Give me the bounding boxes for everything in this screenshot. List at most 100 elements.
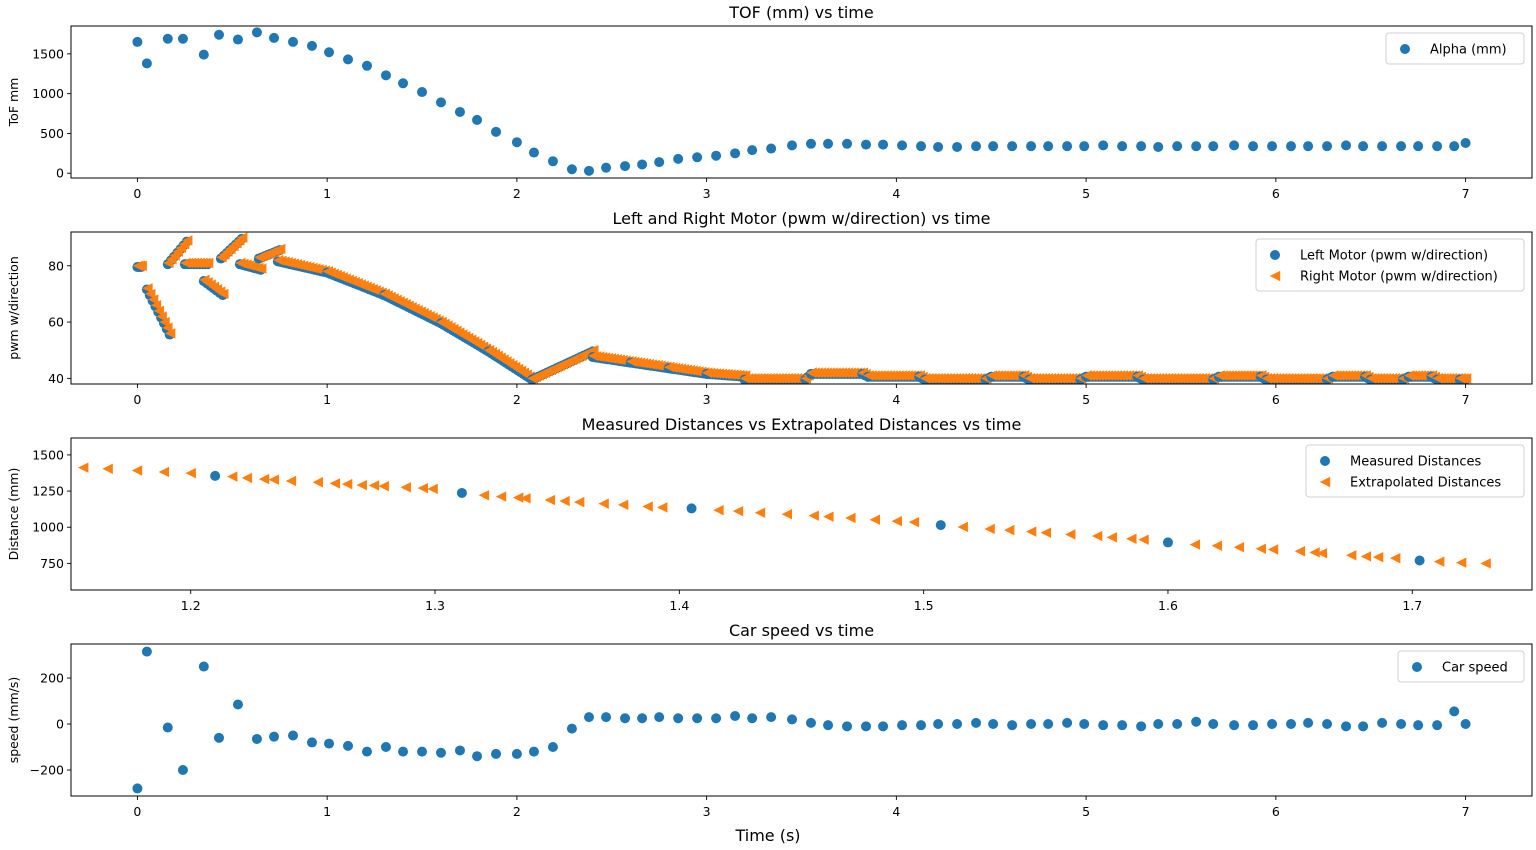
car-speed-point <box>361 746 372 757</box>
car-speed-point <box>1043 719 1054 730</box>
chart-title: Measured Distances vs Extrapolated Dista… <box>582 415 1022 434</box>
measured-distances-point <box>686 503 697 514</box>
y-tick-label: 60 <box>48 315 64 330</box>
alpha-mm-point <box>269 32 280 43</box>
car-speed-point <box>1377 717 1388 728</box>
car-speed-point <box>1007 720 1018 731</box>
extrapolated-distances-point <box>495 491 507 502</box>
alpha-mm-point <box>198 49 209 60</box>
car-speed-point <box>747 713 758 724</box>
x-tick-label: 2 <box>513 186 521 201</box>
y-tick-label: 1000 <box>32 520 64 535</box>
y-tick-label: 0 <box>56 166 64 181</box>
car-speed-point <box>132 783 143 794</box>
extrapolated-distances-point <box>1065 529 1076 540</box>
alpha-mm-point <box>417 87 428 98</box>
alpha-mm-point <box>1460 137 1471 148</box>
x-tick-label: 4 <box>892 804 900 819</box>
extrapolated-distances-point <box>131 465 143 476</box>
x-tick-label: 1.3 <box>425 598 445 613</box>
x-tick-label: 3 <box>703 186 711 201</box>
car-speed-point <box>952 719 963 730</box>
car-speed-point <box>637 713 648 724</box>
extrapolated-distances-point <box>1372 551 1384 563</box>
car-speed-point <box>324 738 335 749</box>
alpha-mm-point <box>692 152 703 163</box>
alpha-mm-point <box>583 165 594 176</box>
legend-label: Right Motor (pwm w/direction) <box>1300 270 1498 285</box>
car-speed-point <box>1153 719 1164 730</box>
alpha-mm-point <box>842 138 853 149</box>
legend-label: Measured Distances <box>1350 455 1481 470</box>
car-speed-point <box>1208 719 1219 730</box>
extrapolated-distances-point <box>285 475 297 487</box>
x-tick-label: 7 <box>1462 392 1470 407</box>
alpha-mm-point <box>823 138 834 149</box>
car-speed-point <box>566 723 577 734</box>
extrapolated-distances-point <box>1091 530 1103 542</box>
alpha-mm-point <box>971 141 982 152</box>
alpha-mm-point <box>1191 141 1202 152</box>
car-speed-point <box>472 751 483 762</box>
alpha-mm-point <box>1062 141 1073 152</box>
car-speed-point <box>1098 720 1109 731</box>
extrapolated-distances-point <box>356 479 367 491</box>
extrapolated-distances-point <box>258 473 270 485</box>
extrapolated-distances-point <box>732 505 744 517</box>
extrapolated-distances-point <box>1126 533 1137 545</box>
extrapolated-distances-point <box>427 483 438 495</box>
alpha-mm-point <box>637 159 648 170</box>
extrapolated-distances-point <box>378 480 389 492</box>
y-tick-label: 80 <box>48 258 64 273</box>
figure: TOF (mm) vs timeToF mm0 1 2 3 4 5 6 70500100015… <box>6 3 1533 845</box>
car-speed-point <box>547 742 558 753</box>
x-tick-label: 2 <box>513 392 521 407</box>
car-speed-point <box>1026 719 1037 730</box>
extrapolated-distances-point <box>1189 539 1201 550</box>
y-tick-label: 200 <box>40 671 64 686</box>
x-tick-label: 2 <box>513 804 521 819</box>
car-speed-point <box>491 748 502 759</box>
car-speed-point <box>1248 720 1259 731</box>
y-tick-label: 1500 <box>32 447 64 462</box>
alpha-mm-point <box>1026 141 1037 152</box>
alpha-mm-point <box>897 140 908 151</box>
alpha-mm-point <box>711 150 722 161</box>
x-tick-label: 4 <box>892 186 900 201</box>
x-tick-label: 7 <box>1462 804 1470 819</box>
extrapolated-distances-point <box>598 498 609 509</box>
extrapolated-distances-point <box>1389 552 1401 564</box>
alpha-mm-point <box>398 78 409 89</box>
x-tick-label: 1.4 <box>669 598 689 613</box>
alpha-mm-point <box>251 27 262 38</box>
alpha-mm-point <box>1007 141 1018 152</box>
alpha-mm-point <box>1248 141 1259 152</box>
extrapolated-distances-point <box>158 466 170 478</box>
legend-marker-circle-icon <box>1400 44 1410 54</box>
alpha-mm-point <box>747 145 758 156</box>
car-speed-point <box>1396 719 1407 730</box>
alpha-mm-point <box>306 40 317 51</box>
extrapolated-distances-point <box>808 510 819 521</box>
extrapolated-distances-point <box>657 502 668 513</box>
alpha-mm-point <box>805 138 816 149</box>
alpha-mm-point <box>1172 141 1183 152</box>
alpha-mm-point <box>1358 141 1369 152</box>
alpha-mm-point <box>916 141 927 152</box>
car-speed-point <box>162 722 173 733</box>
extrapolated-distances-point <box>1267 544 1279 555</box>
alpha-mm-point <box>1117 141 1128 152</box>
y-tick-label: −200 <box>30 763 64 778</box>
car-speed-point <box>251 733 262 744</box>
alpha-mm-point <box>491 126 502 137</box>
car-speed-point <box>878 721 889 732</box>
x-axis-label: Time (s) <box>734 826 800 845</box>
axes-frame <box>70 643 1533 797</box>
car-speed-point <box>1341 721 1352 732</box>
alpha-mm-point <box>1098 140 1109 151</box>
extrapolated-distances-point <box>341 478 353 490</box>
extrapolated-distances-point <box>617 499 629 511</box>
extrapolated-distances-point <box>1480 558 1491 569</box>
car-speed-point <box>528 746 539 757</box>
x-tick-label: 1.5 <box>914 598 934 613</box>
